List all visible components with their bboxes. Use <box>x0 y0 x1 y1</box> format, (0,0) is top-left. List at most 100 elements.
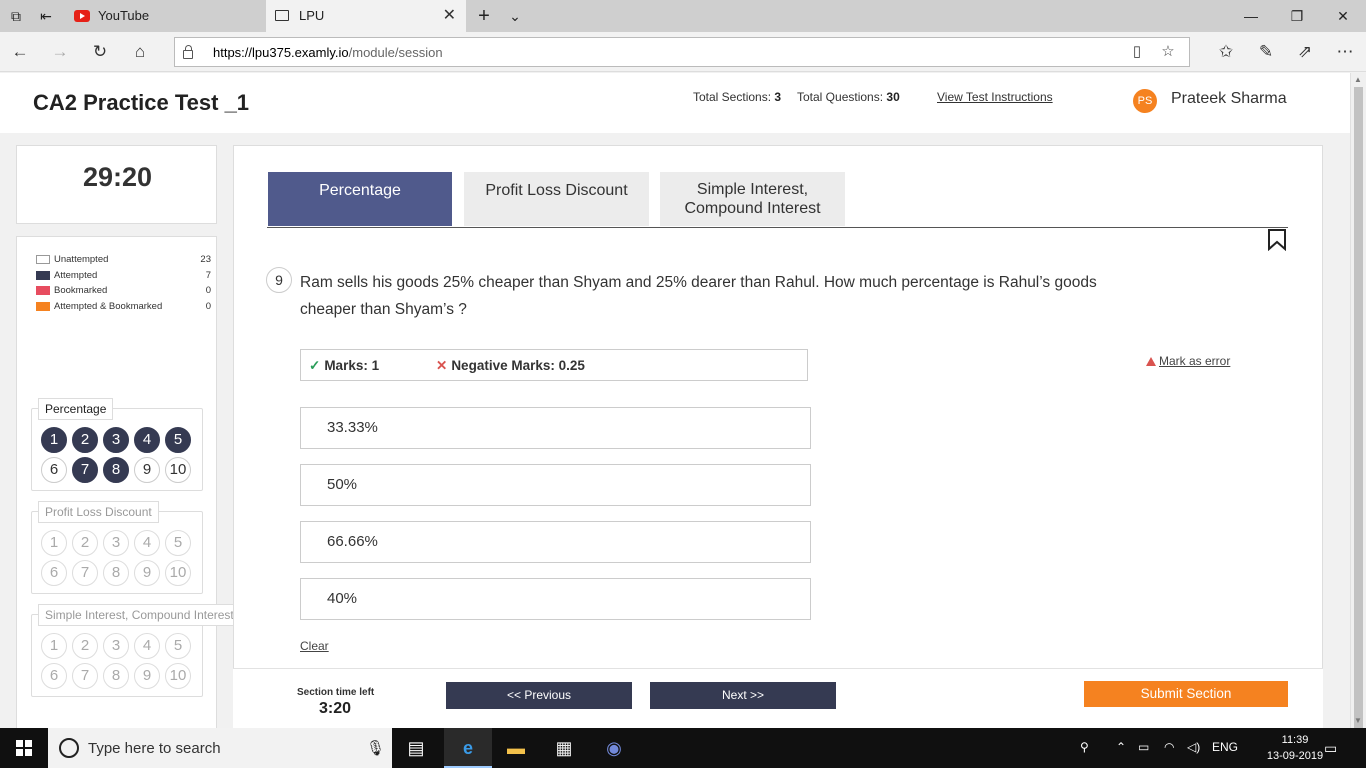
scroll-thumb[interactable] <box>1354 87 1363 732</box>
people-icon[interactable]: ⚲ <box>1080 740 1089 754</box>
answer-option[interactable]: 40% <box>300 578 811 620</box>
back-icon[interactable]: ← <box>8 40 32 64</box>
bookmark-icon[interactable] <box>1267 229 1287 251</box>
palette-question-button[interactable]: 9 <box>134 560 160 586</box>
palette-question-button[interactable]: 7 <box>72 457 98 483</box>
volume-icon[interactable]: ◁) <box>1187 740 1200 754</box>
palette-question-button[interactable]: 2 <box>72 427 98 453</box>
address-bar[interactable]: https://lpu375.examly.io/module/session … <box>174 37 1190 67</box>
scroll-up-icon[interactable]: ▲ <box>1354 75 1362 84</box>
microphone-icon[interactable]: 🎙 <box>366 739 385 757</box>
edge-icon[interactable]: e <box>444 728 492 768</box>
palette-section-label[interactable]: Simple Interest, Compound Interest <box>38 604 241 626</box>
palette-section-label[interactable]: Percentage <box>38 398 114 420</box>
more-icon[interactable]: ⋯ <box>1333 40 1357 64</box>
language-indicator[interactable]: ENG <box>1212 740 1238 754</box>
palette-question-button[interactable]: 9 <box>134 457 160 483</box>
palette-question-button[interactable]: 5 <box>165 427 191 453</box>
previous-button[interactable]: << Previous <box>446 682 632 709</box>
legend-count: 23 <box>200 254 211 265</box>
palette-question-button[interactable]: 10 <box>165 457 191 483</box>
tab-youtube[interactable]: YouTube <box>64 0 266 32</box>
notifications-icon[interactable]: ▭ <box>1324 740 1337 757</box>
palette-question-button[interactable]: 7 <box>72 663 98 689</box>
avatar[interactable]: PS <box>1133 89 1157 113</box>
palette-question-button[interactable]: 4 <box>134 427 160 453</box>
view-instructions-link[interactable]: View Test Instructions <box>937 90 1053 104</box>
file-explorer-icon[interactable]: ▬ <box>492 728 540 768</box>
share-icon[interactable]: ⇗ <box>1293 40 1317 64</box>
palette-question-button[interactable]: 3 <box>103 427 129 453</box>
wifi-icon[interactable]: ◠ <box>1164 740 1174 754</box>
palette-question-button[interactable]: 4 <box>134 530 160 556</box>
palette-question-button[interactable]: 7 <box>72 560 98 586</box>
tab-lpu[interactable]: LPU ✕ <box>266 0 466 32</box>
palette-question-button[interactable]: 6 <box>41 457 67 483</box>
tab-list-chevron-icon[interactable]: ⌄ <box>505 6 525 26</box>
palette-question-button[interactable]: 2 <box>72 530 98 556</box>
palette-question-button[interactable]: 8 <box>103 457 129 483</box>
question-palette: Unattempted 23 Attempted 7 Bookmarked 0 Attemp… <box>16 236 241 728</box>
palette-question-button[interactable]: 3 <box>103 530 129 556</box>
web-note-icon[interactable]: ✎ <box>1254 40 1278 64</box>
system-clock[interactable]: 11:39 13-09-2019 <box>1266 732 1324 764</box>
answer-option[interactable]: 50% <box>300 464 811 506</box>
discord-icon[interactable]: ◉ <box>590 728 638 768</box>
timer-card: 29:20 <box>16 145 217 224</box>
palette-question-button[interactable]: 2 <box>72 633 98 659</box>
scroll-down-icon[interactable]: ▼ <box>1354 716 1362 725</box>
submit-section-button[interactable]: Submit Section <box>1084 681 1288 707</box>
marks-info: ✓ Marks: 1 ✕ Negative Marks: 0.25 <box>300 349 808 381</box>
negative-marks: ✕ Negative Marks: 0.25 <box>436 358 585 373</box>
task-view-icon[interactable]: ▤ <box>392 728 440 768</box>
user-name[interactable]: Prateek Sharma <box>1171 90 1287 108</box>
section-tab[interactable]: Simple Interest, Compound Interest <box>660 172 845 226</box>
url-text: https://lpu375.examly.io/module/session <box>213 45 443 60</box>
cortana-icon[interactable] <box>59 738 79 758</box>
palette-question-button[interactable]: 1 <box>41 427 67 453</box>
palette-question-button[interactable]: 6 <box>41 663 67 689</box>
palette-question-button[interactable]: 1 <box>41 633 67 659</box>
clear-selection-link[interactable]: Clear <box>300 639 329 653</box>
page-scrollbar[interactable]: ▲ ▼ <box>1350 73 1366 732</box>
taskbar-search[interactable]: Type here to search 🎙 <box>48 728 392 768</box>
warning-icon <box>1146 357 1156 366</box>
palette-question-button[interactable]: 6 <box>41 560 67 586</box>
answer-option[interactable]: 33.33% <box>300 407 811 449</box>
palette-question-button[interactable]: 10 <box>165 663 191 689</box>
close-tab-icon[interactable]: ✕ <box>443 0 456 32</box>
mark-as-error-link[interactable]: Mark as error <box>1146 354 1230 368</box>
palette-question-button[interactable]: 5 <box>165 530 191 556</box>
section-tab[interactable]: Profit Loss Discount <box>464 172 649 226</box>
reading-view-icon[interactable]: ▯ <box>1127 42 1147 62</box>
palette-question-button[interactable]: 8 <box>103 663 129 689</box>
restore-icon[interactable]: ❐ <box>1274 0 1320 32</box>
windows-start-icon[interactable] <box>16 740 32 756</box>
store-icon[interactable]: ▦ <box>540 728 588 768</box>
palette-question-button[interactable]: 8 <box>103 560 129 586</box>
palette-question-button[interactable]: 3 <box>103 633 129 659</box>
question-text: Ram sells his goods 25% cheaper than Shy… <box>300 274 1097 318</box>
palette-question-button[interactable]: 9 <box>134 663 160 689</box>
forward-icon[interactable]: → <box>48 40 72 64</box>
palette-section-label[interactable]: Profit Loss Discount <box>38 501 159 523</box>
palette-question-button[interactable]: 10 <box>165 560 191 586</box>
favorites-icon[interactable]: ✩ <box>1214 40 1238 64</box>
set-tabs-aside-icon[interactable]: ⇤ <box>36 6 56 26</box>
tray-chevron-icon[interactable]: ⌃ <box>1116 740 1126 754</box>
youtube-icon <box>74 10 90 22</box>
answer-option[interactable]: 66.66% <box>300 521 811 563</box>
tab-actions-icon[interactable]: ⧉ <box>6 6 26 26</box>
new-tab-icon[interactable]: + <box>474 6 494 26</box>
next-button[interactable]: Next >> <box>650 682 836 709</box>
minimize-icon[interactable]: — <box>1228 0 1274 32</box>
palette-question-button[interactable]: 5 <box>165 633 191 659</box>
palette-question-button[interactable]: 4 <box>134 633 160 659</box>
battery-icon[interactable]: ▭ <box>1138 740 1149 754</box>
refresh-icon[interactable]: ↻ <box>88 40 112 64</box>
section-tab[interactable]: Percentage <box>268 172 452 226</box>
home-icon[interactable]: ⌂ <box>128 40 152 64</box>
close-window-icon[interactable]: ✕ <box>1320 0 1366 32</box>
favorite-star-icon[interactable]: ☆ <box>1158 42 1178 62</box>
palette-question-button[interactable]: 1 <box>41 530 67 556</box>
